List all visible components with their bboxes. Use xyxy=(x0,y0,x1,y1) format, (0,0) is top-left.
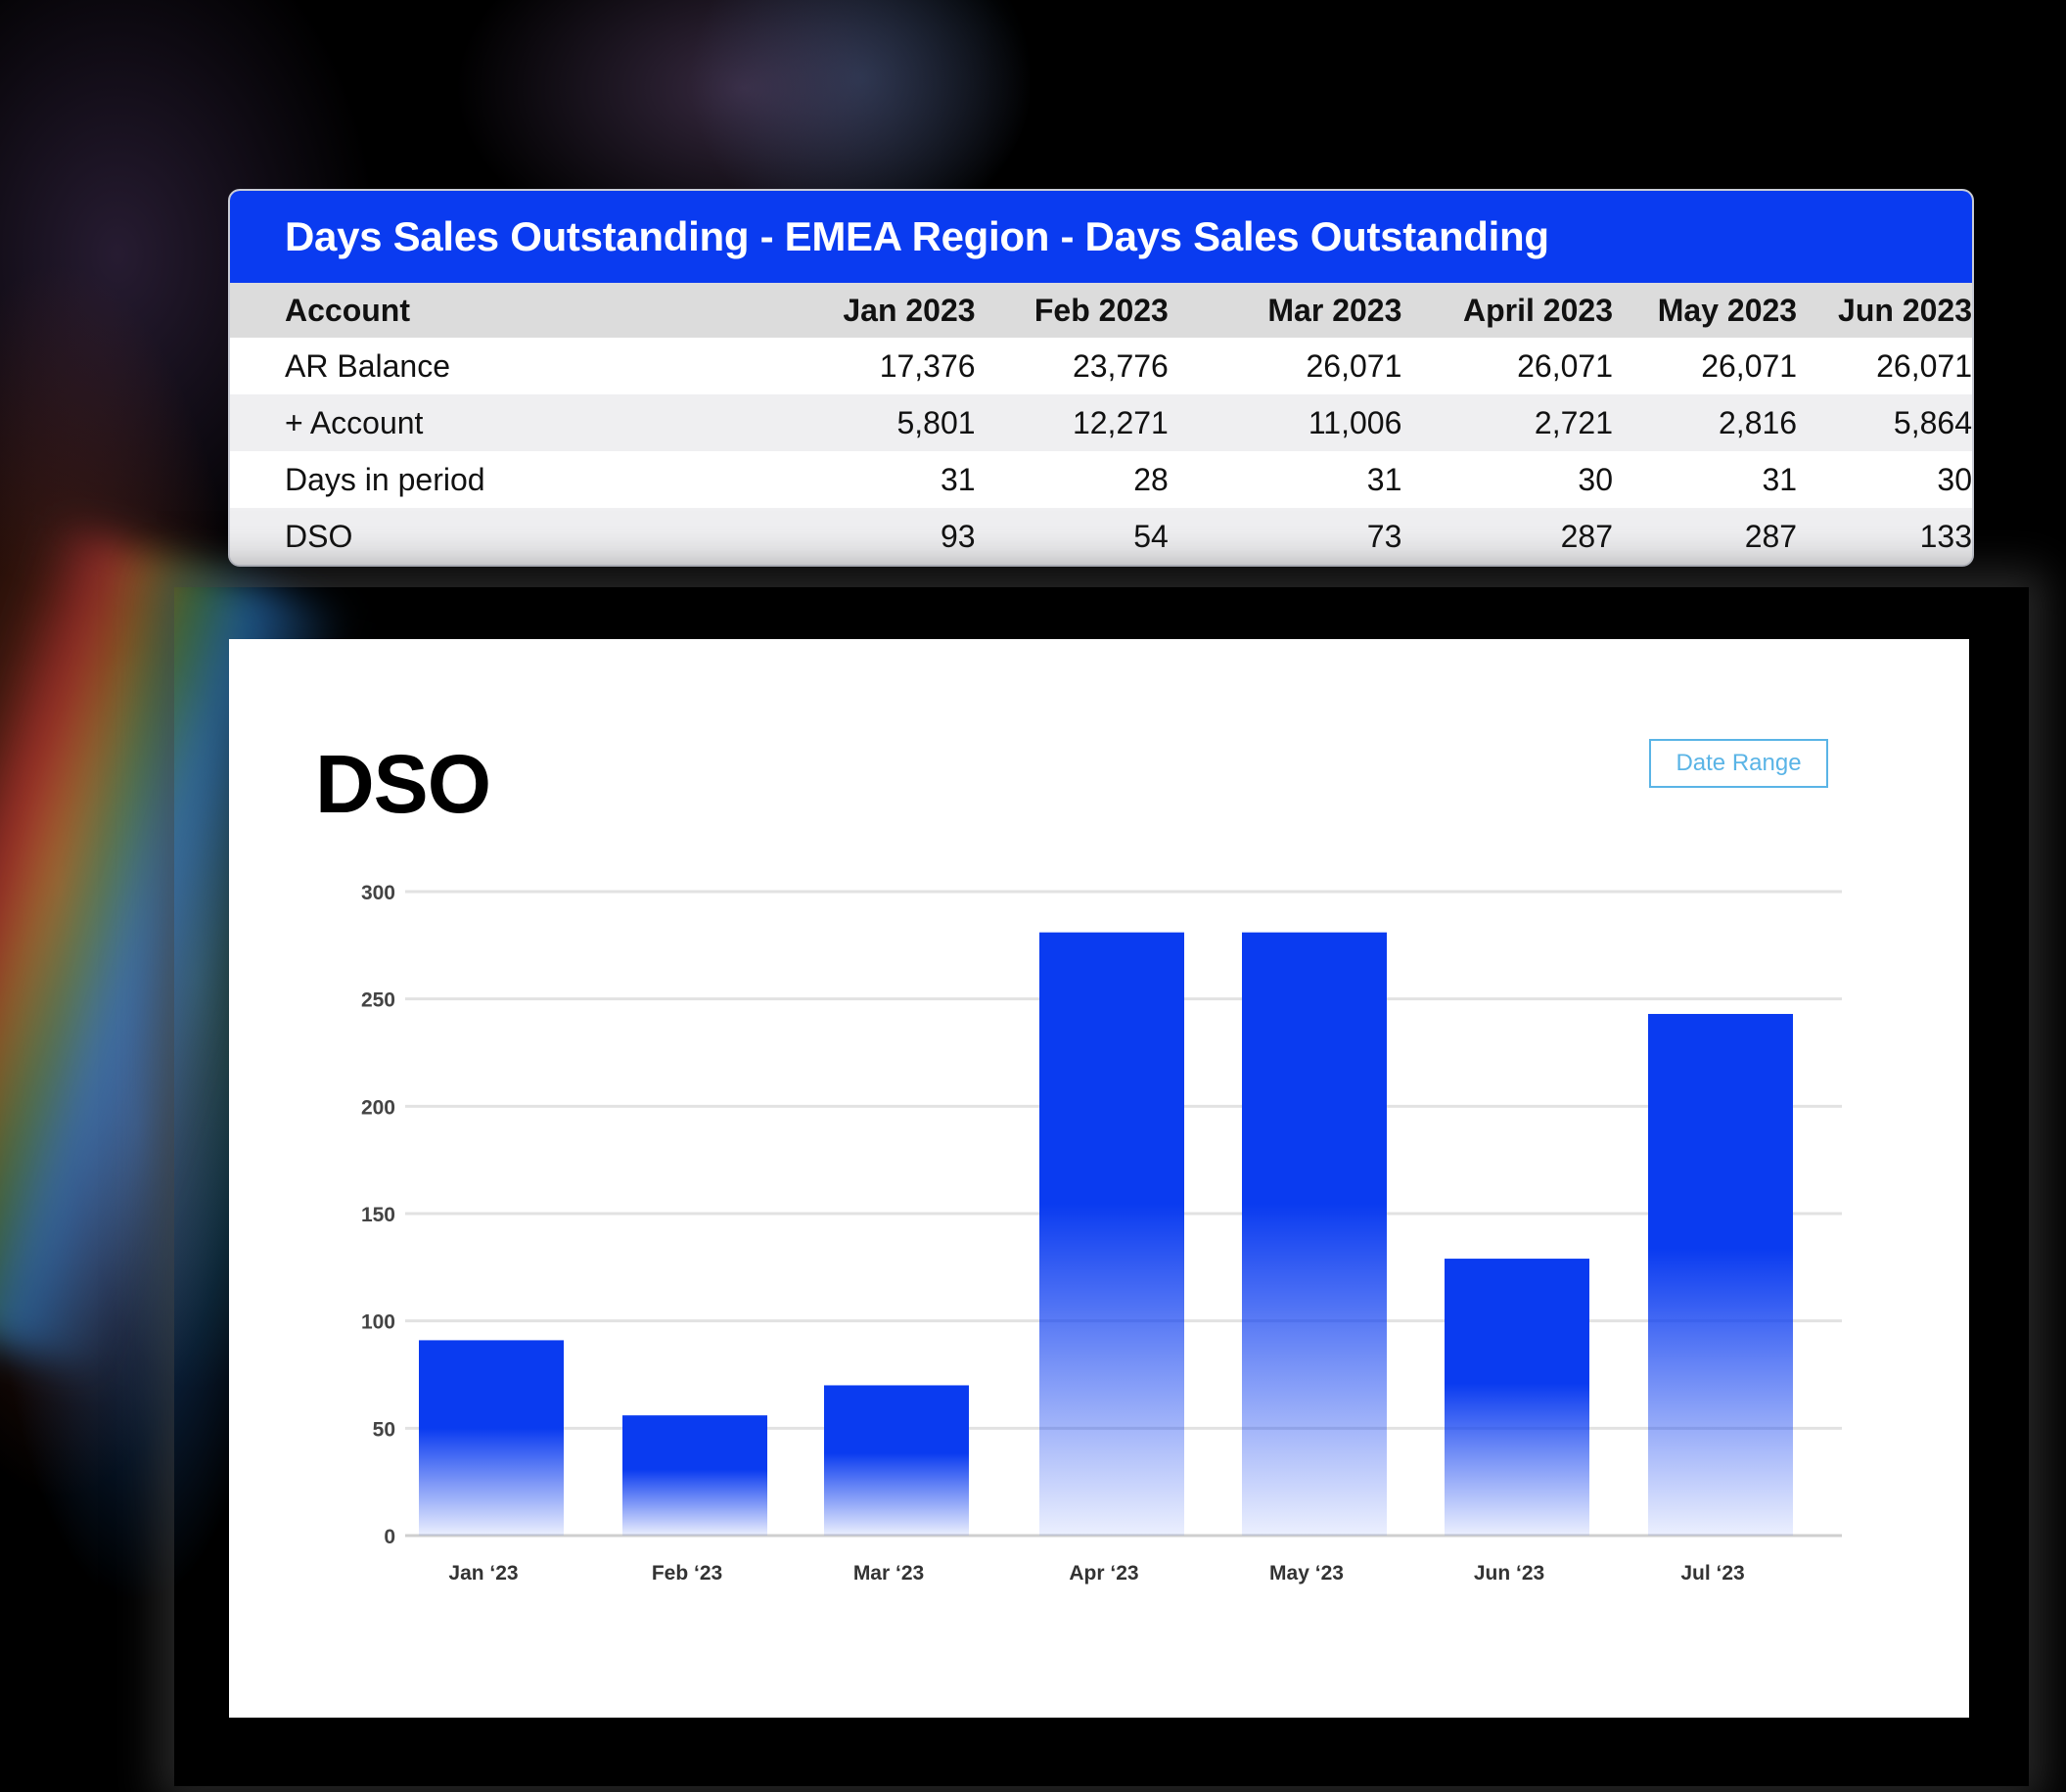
table-cell: 12,271 xyxy=(1072,404,1169,440)
table-row-dso: DSO 93 54 73 287 287 133 xyxy=(230,508,1972,565)
table-cell: 30 xyxy=(1937,461,1972,497)
x-tick-label: Feb ‘23 xyxy=(652,1562,722,1585)
column-header-feb: Feb 2023 xyxy=(1033,292,1169,328)
table-header-row: Account Jan 2023 Feb 2023 Mar 2023 April… xyxy=(230,283,1972,338)
x-tick-label: Jan ‘23 xyxy=(448,1562,518,1585)
y-tick-label: 200 xyxy=(361,1096,395,1119)
column-header-may: May 2023 xyxy=(1657,292,1798,328)
dso-bar-chart: 0 50 100 150 200 250 300 Jan ‘23 Feb ‘23 Mar ‘23 A… xyxy=(361,882,1842,1585)
table-cell: 73 xyxy=(1366,518,1402,554)
column-header-mar: Mar 2023 xyxy=(1267,292,1402,328)
table-cell: 26,071 xyxy=(1306,347,1402,384)
bar-3 xyxy=(1039,932,1184,1536)
x-tick-label: Mar ‘23 xyxy=(853,1562,924,1585)
bar-6 xyxy=(1648,1014,1793,1536)
table-title: Days Sales Outstanding - EMEA Region - D… xyxy=(285,213,1549,259)
table-cell: 26,071 xyxy=(1701,347,1798,384)
row-label: Days in period xyxy=(285,461,485,497)
table-cell: 2,816 xyxy=(1719,404,1798,440)
table-row-account: + Account 5,801 12,271 11,006 2,721 2,81… xyxy=(230,394,1972,451)
table-cell: 133 xyxy=(1919,518,1972,554)
table-cell: 17,376 xyxy=(879,347,976,384)
dso-chart-card: DSO Date Range 0 50 100 150 200 250 300 Jan ‘23… xyxy=(229,639,1969,1718)
table-cell: 11,006 xyxy=(1308,404,1402,440)
table-header: Days Sales Outstanding - EMEA Region - D… xyxy=(230,191,1972,283)
table-cell: 287 xyxy=(1560,518,1613,554)
y-tick-label: 250 xyxy=(361,989,395,1012)
table-row-days-in-period: Days in period 31 28 31 30 31 30 xyxy=(230,451,1972,508)
table-cell: 23,776 xyxy=(1072,347,1169,384)
table-cell: 28 xyxy=(1133,461,1169,497)
x-tick-label: Jun ‘23 xyxy=(1474,1562,1544,1585)
bar-0 xyxy=(419,1340,564,1536)
chart-bars xyxy=(419,932,1793,1536)
table-cell: 30 xyxy=(1578,461,1613,497)
bar-4 xyxy=(1242,932,1387,1536)
row-label: + Account xyxy=(285,404,424,440)
x-tick-label: May ‘23 xyxy=(1269,1562,1344,1585)
table-cell: 26,071 xyxy=(1517,347,1613,384)
column-header-jun: Jun 2023 xyxy=(1838,292,1972,328)
y-tick-label: 100 xyxy=(361,1311,395,1334)
bar-1 xyxy=(622,1415,767,1536)
column-header-account: Account xyxy=(285,292,410,328)
table-cell: 26,071 xyxy=(1876,347,1972,384)
bar-5 xyxy=(1445,1259,1589,1536)
table-cell: 287 xyxy=(1744,518,1798,554)
table-cell: 5,801 xyxy=(896,404,976,440)
bar-2 xyxy=(824,1385,969,1536)
table-cell: 31 xyxy=(1366,461,1402,497)
y-tick-label: 150 xyxy=(361,1204,395,1226)
row-label: AR Balance xyxy=(285,347,450,384)
dso-table-card: Days Sales Outstanding - EMEA Region - D… xyxy=(228,189,1974,567)
table-cell: 5,864 xyxy=(1893,404,1972,440)
table-cell: 54 xyxy=(1133,518,1169,554)
table-cell: 31 xyxy=(1762,461,1798,497)
y-tick-label: 0 xyxy=(384,1526,395,1548)
x-tick-label: Jul ‘23 xyxy=(1680,1562,1744,1585)
table-cell: 31 xyxy=(940,461,976,497)
y-tick-label: 300 xyxy=(361,882,395,904)
row-label: DSO xyxy=(285,518,353,554)
x-tick-label: Apr ‘23 xyxy=(1069,1562,1138,1585)
table-row-ar-balance: AR Balance 17,376 23,776 26,071 26,071 2… xyxy=(230,338,1972,394)
table-cell: 2,721 xyxy=(1534,404,1613,440)
column-header-apr: April 2023 xyxy=(1463,292,1613,328)
column-header-jan: Jan 2023 xyxy=(843,292,976,328)
y-tick-label: 50 xyxy=(373,1418,395,1441)
table-cell: 93 xyxy=(940,518,976,554)
